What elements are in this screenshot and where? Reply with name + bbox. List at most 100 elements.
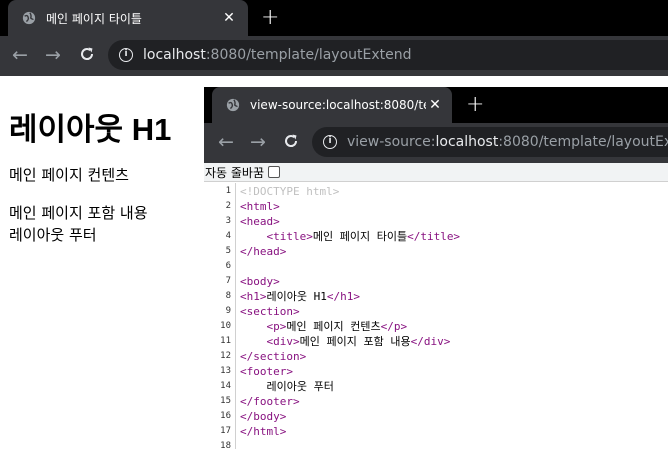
html-tag-token: <section> bbox=[240, 305, 300, 318]
doctype-token: <!DOCTYPE html> bbox=[240, 185, 340, 198]
line-code: <!DOCTYPE html> bbox=[240, 184, 339, 199]
arrow-right-icon[interactable]: → bbox=[45, 46, 61, 65]
reload-icon[interactable] bbox=[78, 45, 96, 67]
html-tag-token: </title> bbox=[407, 230, 461, 243]
line-wrap-checkbox[interactable] bbox=[268, 166, 281, 178]
line-number: 5 bbox=[225, 246, 231, 256]
line-code: </section> bbox=[240, 349, 306, 364]
arrow-left-icon[interactable]: ← bbox=[218, 133, 234, 152]
line-code: <title>메인 페이지 타이틀</title> bbox=[240, 229, 461, 244]
line-code: <section> bbox=[240, 304, 300, 319]
html-tag-token: </div> bbox=[410, 335, 451, 348]
source-line: 9 <section> bbox=[204, 304, 668, 319]
html-tag-token: <h1> bbox=[240, 290, 267, 303]
source-code-view: 1 <!DOCTYPE html> 2 <html> 3 <head> 4 <title>메… bbox=[204, 183, 668, 449]
info-icon[interactable]: i bbox=[119, 48, 133, 62]
html-tag-token: <html> bbox=[240, 200, 280, 213]
source-line: 4 <title>메인 페이지 타이틀</title> bbox=[204, 229, 668, 244]
info-icon[interactable]: i bbox=[323, 135, 337, 149]
source-line: 11 <div>메인 페이지 포함 내용</div> bbox=[204, 334, 668, 349]
url-host: localhost bbox=[435, 134, 499, 150]
line-wrap-label: 자동 줄바꿈 bbox=[205, 165, 265, 180]
line-code: </body> bbox=[240, 409, 286, 424]
line-code: <head> bbox=[240, 214, 280, 229]
address-url: localhost:8080/template/layoutExtend bbox=[143, 47, 412, 63]
source-line: 6 bbox=[204, 259, 668, 274]
reload-icon[interactable] bbox=[282, 132, 300, 154]
close-icon[interactable]: ✕ bbox=[220, 10, 238, 26]
text-token: 메인 페이지 컨텐츠 bbox=[286, 320, 381, 333]
line-number: 8 bbox=[225, 291, 231, 301]
line-code: 레이아웃 푸터 bbox=[240, 379, 333, 394]
reload-glyph bbox=[81, 47, 94, 60]
line-code: <html> bbox=[240, 199, 280, 214]
line-code: <p>메인 페이지 컨텐츠</p> bbox=[240, 319, 408, 334]
line-number: 7 bbox=[225, 276, 231, 286]
source-line: 5 </head> bbox=[204, 244, 668, 259]
source-line: 10 <p>메인 페이지 컨텐츠</p> bbox=[204, 319, 668, 334]
source-line: 2 <html> bbox=[204, 199, 668, 214]
source-line: 18 bbox=[204, 439, 668, 449]
globe-icon bbox=[22, 11, 36, 25]
view-source-tabstrip: view-source:localhost:8080/template/layo… bbox=[204, 87, 668, 123]
view-source-window: view-source:localhost:8080/template/layo… bbox=[204, 87, 668, 449]
line-number: 17 bbox=[220, 426, 231, 436]
address-bar[interactable]: i view-source:localhost:8080/template/la… bbox=[312, 127, 668, 157]
line-number: 9 bbox=[225, 306, 231, 316]
globe-icon bbox=[226, 98, 240, 112]
line-number: 16 bbox=[220, 411, 231, 421]
line-number: 15 bbox=[220, 396, 231, 406]
main-tabstrip: 메인 페이지 타이틀 ✕ + bbox=[0, 0, 668, 36]
line-number: 4 bbox=[225, 231, 231, 241]
source-line: 3 <head> bbox=[204, 214, 668, 229]
html-tag-token: <head> bbox=[240, 215, 280, 228]
line-number: 11 bbox=[220, 336, 231, 346]
line-code: </html> bbox=[240, 424, 286, 439]
tab-title: 메인 페이지 타이틀 bbox=[46, 11, 142, 26]
url-path: :8080/template/layoutExtend bbox=[498, 134, 668, 150]
source-line: 16 </body> bbox=[204, 409, 668, 424]
line-wrap-bar: 자동 줄바꿈 bbox=[204, 163, 668, 182]
close-icon[interactable]: ✕ bbox=[426, 97, 444, 113]
line-code: <div>메인 페이지 포함 내용</div> bbox=[240, 334, 451, 349]
html-tag-token: <p> bbox=[266, 320, 287, 333]
text-token: 메인 페이지 포함 내용 bbox=[299, 335, 411, 348]
tab-title: view-source:localhost:8080/template/layo… bbox=[250, 98, 426, 112]
reload-glyph bbox=[285, 134, 298, 147]
main-tab[interactable]: 메인 페이지 타이틀 ✕ bbox=[8, 0, 248, 36]
section-div: 메인 페이지 포함 내용 bbox=[9, 204, 148, 222]
new-tab-plus-icon[interactable]: + bbox=[466, 94, 484, 116]
url-path: :8080/template/layoutExtend bbox=[205, 47, 412, 63]
line-code: <h1>레이아웃 H1</h1> bbox=[240, 289, 360, 304]
new-tab-plus-icon[interactable]: + bbox=[261, 7, 279, 29]
html-tag-token: </footer> bbox=[240, 395, 300, 408]
line-number: 6 bbox=[225, 261, 231, 271]
source-line: 14 레이아웃 푸터 bbox=[204, 379, 668, 394]
html-tag-token: </html> bbox=[240, 425, 287, 438]
arrow-left-icon[interactable]: ← bbox=[12, 46, 28, 65]
source-line: 12 </section> bbox=[204, 349, 668, 364]
line-code: <body> bbox=[240, 274, 280, 289]
line-number: 10 bbox=[220, 321, 231, 331]
address-bar[interactable]: i localhost:8080/template/layoutExtend bbox=[108, 40, 668, 70]
html-tag-token: </p> bbox=[380, 320, 408, 333]
source-line: 13 <footer> bbox=[204, 364, 668, 379]
html-tag-token: </section> bbox=[240, 350, 307, 363]
html-tag-token: <body> bbox=[240, 275, 280, 288]
line-number: 1 bbox=[225, 186, 231, 196]
html-tag-token: </body> bbox=[240, 410, 287, 423]
view-source-toolbar: ← → i view-source:localhost:8080/templat… bbox=[204, 123, 668, 163]
line-number: 2 bbox=[225, 201, 231, 211]
line-number: 3 bbox=[225, 216, 231, 226]
address-url: view-source:localhost:8080/template/layo… bbox=[347, 134, 668, 150]
line-number: 13 bbox=[220, 366, 231, 376]
page-footer: 레이아웃 푸터 bbox=[9, 226, 97, 244]
arrow-right-icon[interactable]: → bbox=[250, 133, 266, 152]
url-host: localhost bbox=[143, 47, 206, 63]
view-source-tab[interactable]: view-source:localhost:8080/template/layo… bbox=[212, 87, 452, 123]
source-line: 8 <h1>레이아웃 H1</h1> bbox=[204, 289, 668, 304]
source-line: 1 <!DOCTYPE html> bbox=[204, 184, 668, 199]
